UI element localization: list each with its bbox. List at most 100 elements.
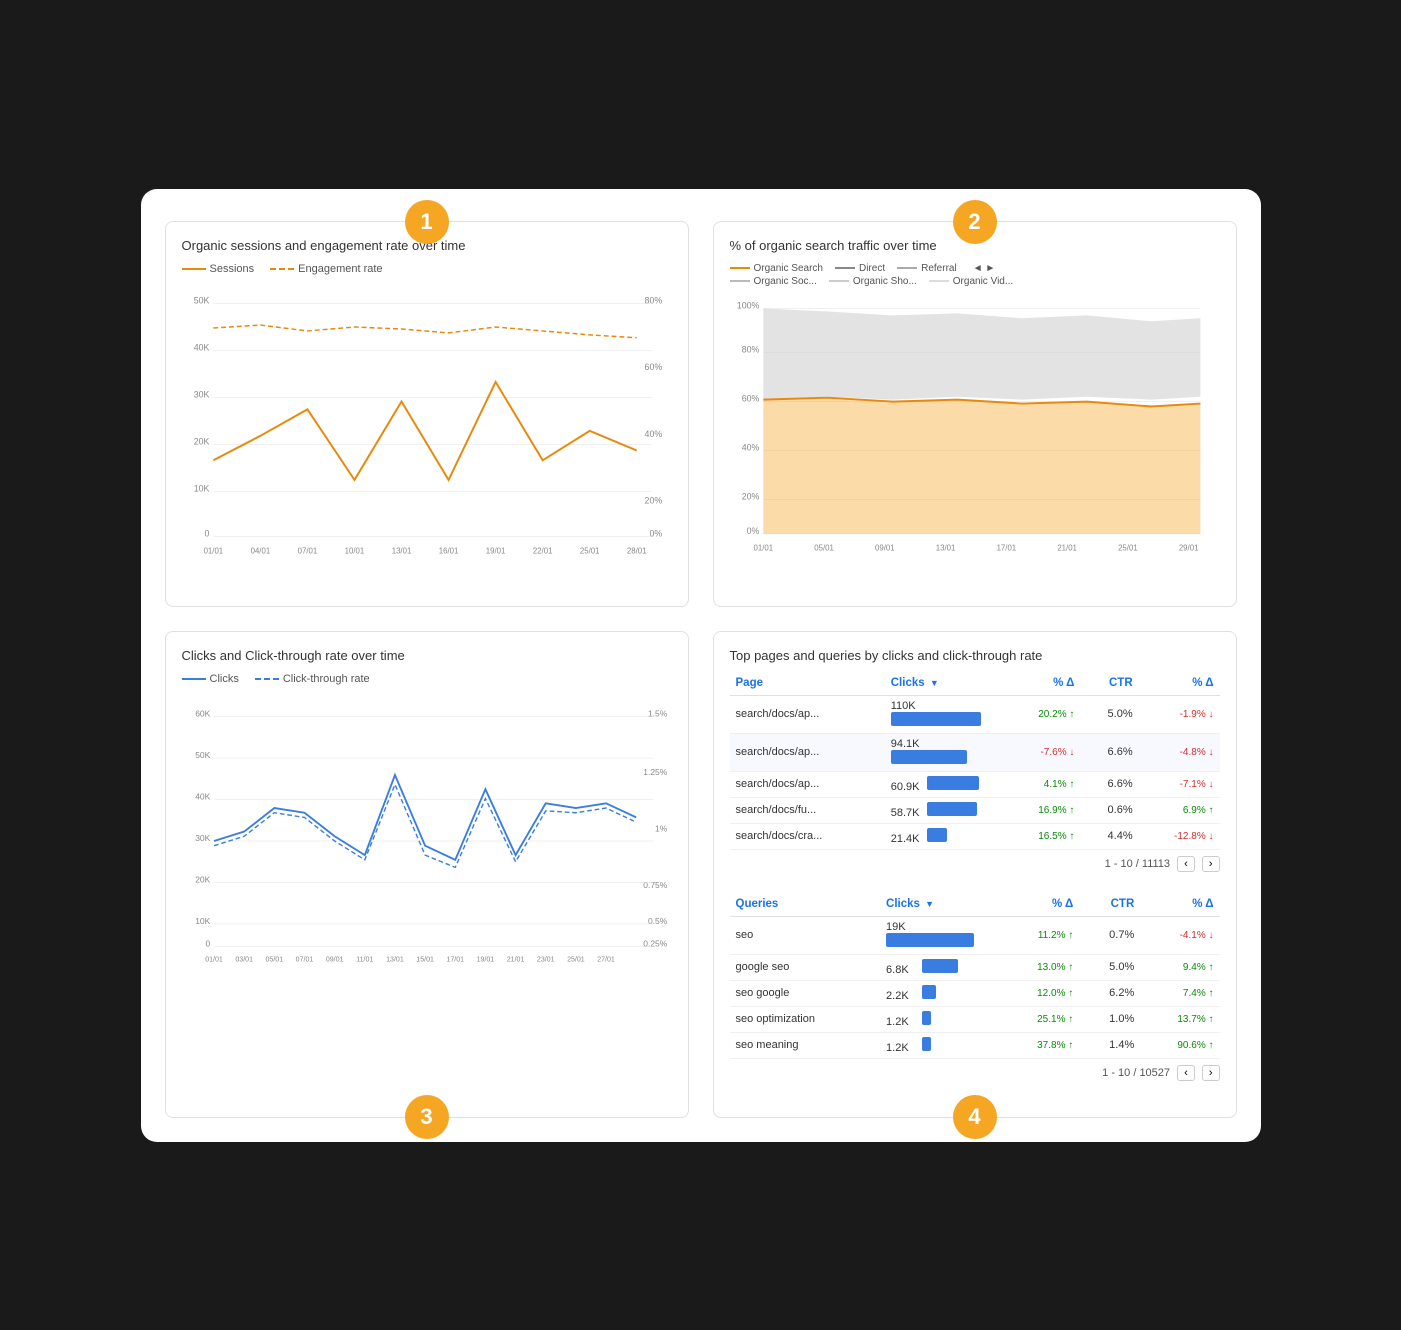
- svg-text:0.75%: 0.75%: [643, 880, 667, 890]
- svg-text:50K: 50K: [195, 750, 210, 760]
- svg-text:0%: 0%: [649, 528, 662, 538]
- chart1-legend: Sessions Engagement rate: [182, 263, 672, 275]
- chart1-svg: 50K 40K 30K 20K 10K 0 80% 60% 40% 20% 0%: [182, 281, 672, 571]
- prev-query-btn[interactable]: ‹: [1177, 1065, 1195, 1081]
- chart3-title: Clicks and Click-through rate over time: [182, 648, 672, 663]
- svg-text:29/01: 29/01: [1178, 543, 1198, 552]
- table-row: search/docs/ap... 110K 20.2% 5.0% -1.9%: [730, 695, 1220, 733]
- svg-text:1.25%: 1.25%: [643, 767, 667, 777]
- svg-text:07/01: 07/01: [297, 546, 317, 555]
- chart3-legend: Clicks Click-through rate: [182, 673, 672, 685]
- svg-text:0: 0: [204, 528, 209, 538]
- col-delta1: % Δ: [1005, 673, 1081, 696]
- svg-text:20%: 20%: [741, 491, 759, 501]
- legend-referral: Referral: [897, 263, 957, 274]
- card-organic-sessions: 1 Organic sessions and engagement rate o…: [165, 221, 689, 607]
- svg-text:13/01: 13/01: [935, 543, 955, 552]
- svg-text:19/01: 19/01: [476, 956, 494, 963]
- badge-1: 1: [405, 200, 449, 244]
- table-row: search/docs/ap... 94.1K -7.6% 6.6% -4.8%: [730, 733, 1220, 771]
- svg-text:21/01: 21/01: [1057, 543, 1077, 552]
- svg-text:1%: 1%: [655, 823, 668, 833]
- svg-text:80%: 80%: [741, 344, 759, 354]
- svg-text:01/01: 01/01: [203, 546, 223, 555]
- col-clicks[interactable]: Clicks ▼: [885, 673, 1005, 696]
- next-query-btn[interactable]: ›: [1202, 1065, 1220, 1081]
- svg-text:50K: 50K: [193, 295, 209, 305]
- svg-text:05/01: 05/01: [265, 956, 283, 963]
- col-query-delta2: % Δ: [1140, 894, 1219, 917]
- col-query: Queries: [730, 894, 881, 917]
- next-page-btn[interactable]: ›: [1202, 856, 1220, 872]
- prev-page-btn[interactable]: ‹: [1177, 856, 1195, 872]
- svg-text:25/01: 25/01: [567, 956, 585, 963]
- svg-text:05/01: 05/01: [814, 543, 834, 552]
- svg-text:40K: 40K: [195, 791, 210, 801]
- svg-text:22/01: 22/01: [532, 546, 552, 555]
- svg-text:100%: 100%: [736, 300, 759, 310]
- svg-text:23/01: 23/01: [536, 956, 554, 963]
- badge-2: 2: [953, 200, 997, 244]
- svg-text:0: 0: [205, 938, 210, 948]
- badge-3: 3: [405, 1095, 449, 1139]
- svg-text:25/01: 25/01: [579, 546, 599, 555]
- legend-clicks: Clicks: [182, 673, 239, 685]
- svg-text:28/01: 28/01: [626, 546, 646, 555]
- badge-4: 4: [953, 1095, 997, 1139]
- table-row: seo google 2.2K 12.0% 6.2% 7.4%: [730, 980, 1220, 1006]
- svg-text:10K: 10K: [195, 915, 210, 925]
- legend-direct: Direct: [835, 263, 885, 274]
- table-row: google seo 6.8K 13.0% 5.0% 9.4%: [730, 954, 1220, 980]
- svg-text:07/01: 07/01: [295, 956, 313, 963]
- svg-text:21/01: 21/01: [506, 956, 524, 963]
- main-grid: 1 Organic sessions and engagement rate o…: [165, 221, 1237, 1118]
- svg-text:30K: 30K: [193, 389, 209, 399]
- svg-text:80%: 80%: [644, 295, 662, 305]
- svg-text:40%: 40%: [741, 442, 759, 452]
- col-query-ctr: CTR: [1079, 894, 1140, 917]
- svg-text:30K: 30K: [195, 833, 210, 843]
- table-row: seo optimization 1.2K 25.1% 1.0% 13.7%: [730, 1006, 1220, 1032]
- card-organic-traffic: 2 % of organic search traffic over time …: [713, 221, 1237, 607]
- col-query-clicks[interactable]: Clicks ▼: [880, 894, 1000, 917]
- chart3-svg: 60K 50K 40K 30K 20K 10K 0 1.5% 1.25% 1% …: [182, 691, 672, 991]
- svg-text:0.5%: 0.5%: [647, 915, 667, 925]
- svg-text:16/01: 16/01: [438, 546, 458, 555]
- legend-engagement: Engagement rate: [270, 263, 382, 275]
- svg-text:60%: 60%: [741, 393, 759, 403]
- col-delta2: % Δ: [1139, 673, 1220, 696]
- svg-text:10K: 10K: [193, 483, 209, 493]
- col-ctr: CTR: [1080, 673, 1138, 696]
- svg-text:17/01: 17/01: [446, 956, 464, 963]
- svg-text:20K: 20K: [195, 874, 210, 884]
- svg-text:25/01: 25/01: [1118, 543, 1138, 552]
- svg-text:11/01: 11/01: [356, 956, 373, 963]
- legend-sessions: Sessions: [182, 263, 255, 275]
- svg-text:27/01: 27/01: [597, 956, 615, 963]
- legend-ctr: Click-through rate: [255, 673, 370, 685]
- svg-text:04/01: 04/01: [250, 546, 270, 555]
- table-row: seo meaning 1.2K 37.8% 1.4% 90.6%: [730, 1032, 1220, 1058]
- chart2-legend: Organic Search Direct Referral ◄ ►: [730, 263, 1220, 274]
- svg-text:0%: 0%: [746, 525, 759, 535]
- svg-text:13/01: 13/01: [391, 546, 411, 555]
- legend-organic-search: Organic Search: [730, 263, 823, 274]
- svg-text:09/01: 09/01: [325, 956, 343, 963]
- svg-text:01/01: 01/01: [753, 543, 773, 552]
- svg-text:40%: 40%: [644, 428, 662, 438]
- col-query-delta1: % Δ: [1000, 894, 1079, 917]
- svg-text:19/01: 19/01: [485, 546, 505, 555]
- svg-text:09/01: 09/01: [875, 543, 895, 552]
- svg-text:1.5%: 1.5%: [647, 708, 667, 718]
- svg-text:60%: 60%: [644, 362, 662, 372]
- svg-text:15/01: 15/01: [416, 956, 434, 963]
- col-page: Page: [730, 673, 885, 696]
- svg-text:13/01: 13/01: [386, 956, 404, 963]
- chart2-legend-row2: Organic Soc... Organic Sho... Organic Vi…: [730, 276, 1220, 287]
- svg-text:01/01: 01/01: [205, 956, 223, 963]
- table-row: seo 19K 11.2% 0.7% -4.1%: [730, 916, 1220, 954]
- svg-text:03/01: 03/01: [235, 956, 253, 963]
- svg-text:0.25%: 0.25%: [643, 938, 667, 948]
- card-clicks-ctr: 3 Clicks and Click-through rate over tim…: [165, 631, 689, 1118]
- pages-table: Page Clicks ▼ % Δ CTR % Δ search/docs/ap…: [730, 673, 1220, 850]
